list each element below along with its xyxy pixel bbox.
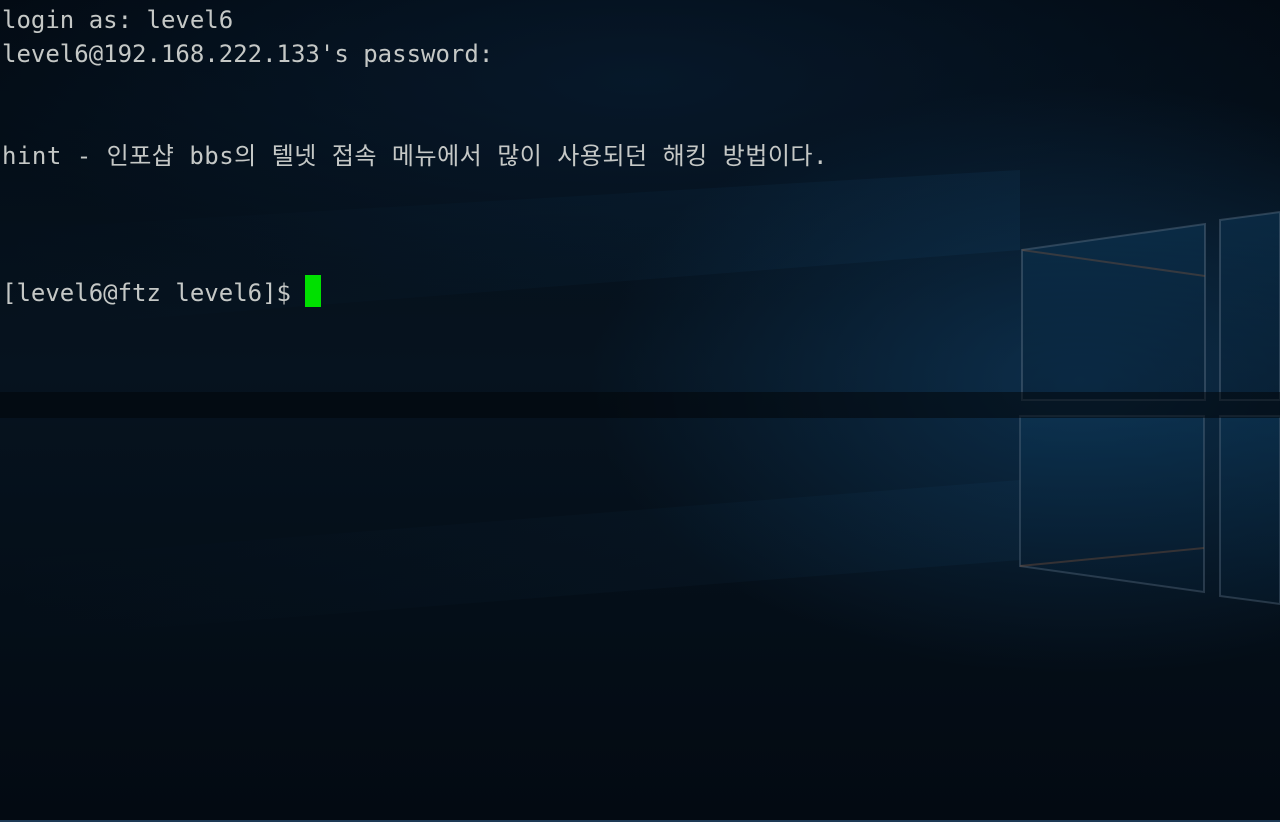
terminal-cursor[interactable] (304, 275, 321, 307)
terminal-window[interactable]: login as: level6 level6@192.168.222.133's… (0, 0, 1280, 822)
password-line: level6@192.168.222.133's password: (2, 40, 494, 68)
login-line: login as: level6 (2, 6, 234, 34)
shell-prompt: [level6@ftz level6]$ (2, 279, 291, 307)
terminal-output[interactable]: login as: level6 level6@192.168.222.133's… (2, 3, 828, 309)
hint-line: hint - 인포샵 bbs의 텔넷 접속 메뉴에서 많이 사용되던 해킹 방법… (2, 142, 828, 170)
prompt-line[interactable]: [level6@ftz level6]$ (2, 275, 828, 309)
